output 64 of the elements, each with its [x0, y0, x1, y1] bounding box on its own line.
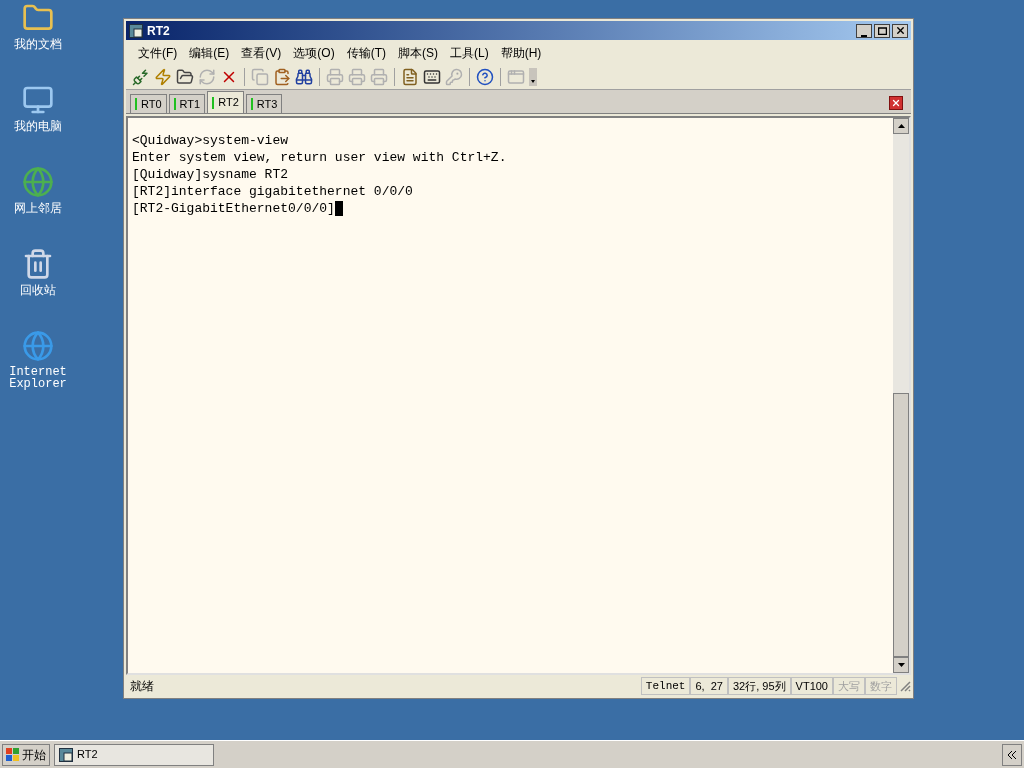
close-tab-button[interactable] [889, 96, 903, 110]
desktop-icon-label[interactable]: 我的电脑 [3, 120, 73, 132]
terminal-line: Enter system view, return user view with Ctrl+Z. [132, 149, 507, 166]
scroll-up-button[interactable] [893, 118, 909, 134]
text-cursor [334, 201, 343, 216]
close-icon [894, 25, 906, 36]
folder-icon[interactable] [176, 67, 194, 86]
app-icon [129, 23, 143, 38]
down-arrow-icon [897, 663, 905, 667]
menu-item[interactable]: 文件(F) [138, 44, 178, 62]
status-text: 大写 [833, 676, 865, 696]
session-tab[interactable]: RT2 [207, 91, 244, 113]
maximize-icon [877, 26, 887, 35]
minimize-button[interactable] [856, 23, 872, 38]
window-title: RT2 [147, 22, 170, 40]
status-text: 就绪 [129, 678, 155, 695]
close-icon [891, 98, 901, 108]
close-button[interactable] [892, 23, 908, 38]
desktop-icon-label[interactable]: Internet Explorer [3, 366, 73, 390]
scrollbar[interactable] [893, 118, 909, 673]
help-icon[interactable] [476, 67, 494, 86]
desktop-icon-label[interactable]: 网上邻居 [3, 202, 73, 214]
computer-icon[interactable] [22, 84, 54, 116]
plug-icon[interactable] [132, 67, 150, 86]
minimize-icon [861, 34, 867, 37]
recycle-bin-icon[interactable] [22, 248, 54, 280]
session-tab[interactable]: RT1 [168, 94, 206, 113]
menu-item[interactable]: 传输(T) [346, 44, 386, 62]
desktop-icon-label[interactable]: 我的文档 [3, 38, 73, 50]
windows-logo-icon [6, 747, 20, 762]
app-icon [59, 747, 73, 762]
double-chevron-icon [1007, 750, 1017, 759]
session-tab[interactable]: RT0 [130, 94, 167, 113]
desktop-icon-label[interactable]: 回收站 [3, 284, 73, 296]
session-tab[interactable]: RT3 [245, 94, 283, 113]
scroll-thumb[interactable] [893, 393, 909, 657]
status-text: 6, 27 [690, 676, 728, 696]
menu-item[interactable]: 脚本(S) [398, 44, 438, 62]
status-text: Telnet [640, 676, 691, 696]
terminal-line: [Quidway]sysname RT2 [132, 166, 289, 183]
menu-item[interactable]: 工具(L) [450, 44, 489, 62]
menu-item[interactable]: 选项(O) [293, 44, 335, 62]
up-arrow-icon [897, 124, 905, 128]
menu-item[interactable]: 帮助(H) [500, 44, 542, 62]
start-button[interactable]: 开始 [2, 743, 50, 766]
status-text: VT100 [790, 676, 833, 696]
scroll-down-button[interactable] [893, 657, 909, 673]
terminal-line: [RT2]interface gigabitethernet 0/0/0 [132, 183, 413, 200]
maximize-button[interactable] [874, 23, 890, 38]
terminal-line: <Quidway>system-view [132, 132, 289, 149]
terminal-screen[interactable]: <Quidway>system-view Enter system view, return user view with Ctrl+Z. [Quidway]sysname RT2 [RT2]interface gigabitethernet 0/0/0 [RT2-GigabitEthernet0/0/0] [128, 118, 893, 673]
status-text: 32行, 95列 [728, 676, 791, 696]
paste-icon[interactable] [273, 67, 291, 86]
terminal-line: [RT2-GigabitEthernet0/0/0] [132, 200, 335, 217]
taskbar-button[interactable]: RT2 [54, 743, 214, 766]
overflow-chevron-icon[interactable] [529, 67, 537, 86]
status-text: 数字 [865, 676, 897, 696]
menu-item[interactable]: 编辑(E) [189, 44, 230, 62]
expand-tray-button[interactable] [1002, 743, 1022, 766]
resize-grip-icon[interactable] [899, 680, 911, 692]
document-icon[interactable] [401, 67, 419, 86]
binoculars-icon[interactable] [295, 67, 313, 86]
menu-item[interactable]: 查看(V) [241, 44, 282, 62]
keyboard-icon[interactable] [423, 67, 441, 86]
